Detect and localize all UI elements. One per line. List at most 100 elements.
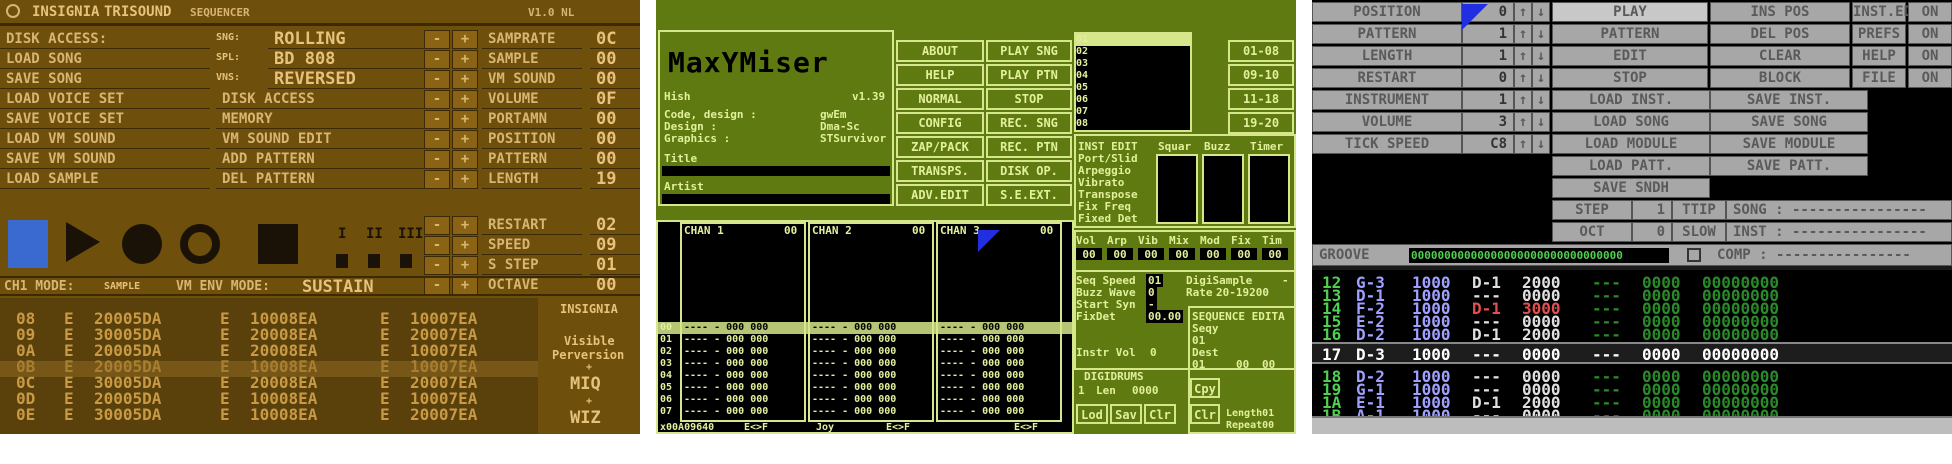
pattern-cell[interactable]: D-2 [1356, 327, 1385, 343]
param-value[interactable]: 00 [1138, 248, 1164, 261]
cursor-arrow-icon[interactable] [1462, 4, 1488, 30]
increment-button[interactable]: + [452, 170, 478, 189]
decrement-button[interactable]: - [424, 30, 450, 49]
toggle-switch[interactable]: ON [1908, 24, 1952, 44]
menu-button[interactable]: REC. PTN [986, 136, 1072, 158]
pattern-cell[interactable]: ---- - 000 000 [940, 394, 1024, 405]
inst-column-cells[interactable] [1202, 154, 1244, 224]
decrement-button[interactable]: - [424, 256, 450, 275]
lock-icon[interactable] [1687, 248, 1701, 262]
pattern-cell[interactable]: E [64, 375, 74, 391]
menu-item[interactable]: LOAD SONG [0, 50, 210, 69]
pattern-cell[interactable]: E [380, 407, 390, 423]
up-arrow-icon[interactable]: ↑ [1514, 90, 1532, 110]
seq-box-2[interactable]: 00 [1262, 358, 1275, 371]
decrement-button[interactable]: - [424, 216, 450, 235]
grid-button[interactable]: HELP [1852, 46, 1906, 66]
param-value[interactable]: 00 [590, 110, 640, 129]
channel-header[interactable]: CHAN 1 [684, 224, 724, 237]
pattern-editor[interactable]: 08 E 20005DA E 10008EA E 10007EA 09 E 30005DA E 200… [0, 298, 538, 434]
down-arrow-icon[interactable]: ↓ [1532, 24, 1550, 44]
decrement-button[interactable]: - [424, 70, 450, 89]
pattern-cell[interactable]: E [64, 391, 74, 407]
current-pattern-cell[interactable]: --- [1592, 347, 1621, 363]
pattern-cell[interactable]: --- [1592, 327, 1621, 343]
increment-button[interactable]: + [452, 70, 478, 89]
pattern-area[interactable]: 12 G-3 1000 D-1 2000 --- 0000 00000000 13 D-1 1000… [1312, 266, 1952, 434]
step-value[interactable]: 1 [1632, 200, 1672, 220]
pattern-cell[interactable]: 10008EA [250, 311, 317, 327]
grid-button[interactable]: BLOCK [1710, 68, 1850, 88]
pattern-cell[interactable]: 20008EA [250, 375, 317, 391]
pattern-cell[interactable]: ---- - 000 000 [684, 334, 768, 345]
current-pattern-cell[interactable]: 0000 [1642, 347, 1681, 363]
increment-button[interactable]: + [452, 130, 478, 149]
toggle-switch[interactable]: ON [1908, 46, 1952, 66]
title-field[interactable] [662, 166, 890, 176]
pattern-cell[interactable]: ---- - 000 000 [684, 322, 768, 333]
toggle-switch[interactable]: ON [1908, 68, 1952, 88]
pattern-cell[interactable]: 20008EA [250, 327, 317, 343]
range-button[interactable]: 09-10 [1228, 64, 1294, 86]
slow-toggle[interactable]: SLOW [1672, 222, 1726, 242]
env-mode-value[interactable]: SUSTAIN [302, 277, 374, 297]
grid-button[interactable]: STOP [1552, 68, 1708, 88]
pattern-cell[interactable]: E [380, 343, 390, 359]
stop-icon[interactable] [258, 224, 298, 264]
power-icon[interactable] [6, 4, 20, 18]
channel-header[interactable]: CHAN 3 [940, 224, 980, 237]
up-arrow-icon[interactable]: ↑ [1514, 112, 1532, 132]
menu-item[interactable]: LOAD VOICE SET [0, 90, 210, 109]
menu-button[interactable]: DISK OP. [986, 160, 1072, 182]
pattern-cell[interactable]: E [380, 391, 390, 407]
param-value[interactable]: 3 [1462, 112, 1514, 132]
oct-value[interactable]: 0 [1632, 222, 1672, 242]
param-value[interactable]: 0 [1462, 68, 1514, 88]
pattern-cell[interactable]: 20008EA [250, 343, 317, 359]
param-value[interactable]: 1 [1462, 46, 1514, 66]
grid-button[interactable]: CLEAR [1710, 46, 1850, 66]
inst-column-cells[interactable] [1156, 154, 1198, 224]
param-value[interactable]: 0C [590, 30, 640, 49]
menu-button[interactable]: PLAY SNG [986, 40, 1072, 62]
pattern-cell[interactable]: E [64, 343, 74, 359]
pattern-cell[interactable]: ---- - 000 000 [940, 382, 1024, 393]
digidrum-button[interactable]: Lod [1076, 404, 1108, 424]
groove-field[interactable]: 00000000000000000000000000000000 [1409, 248, 1669, 263]
mute-2-icon[interactable] [368, 254, 380, 268]
menu-item[interactable]: SAVE SONG [0, 70, 210, 89]
pattern-cell[interactable]: E [380, 311, 390, 327]
inst-field[interactable]: INST : ---------------- [1726, 222, 1952, 242]
param-value[interactable]: 09 [590, 236, 640, 255]
field-value[interactable]: MEMORY [216, 110, 424, 129]
increment-button[interactable]: + [452, 30, 478, 49]
param-value[interactable]: 00 [590, 130, 640, 149]
pattern-cell[interactable]: 10007EA [410, 311, 477, 327]
pattern-cell[interactable]: ---- - 000 000 [940, 370, 1024, 381]
pattern-cell[interactable]: ---- - 000 000 [940, 346, 1024, 357]
pattern-cell[interactable]: ---- - 000 000 [812, 322, 896, 333]
decrement-button[interactable]: - [424, 150, 450, 169]
range-button[interactable]: 01-08 [1228, 40, 1294, 62]
field-value[interactable]: ROLLING [268, 30, 424, 49]
seq-box-1[interactable]: 00 [1236, 358, 1249, 371]
pattern-cell[interactable]: 10008EA [250, 391, 317, 407]
increment-button[interactable]: + [452, 216, 478, 235]
pattern-cell[interactable]: 1000 [1412, 327, 1451, 343]
seq-dest-value[interactable]: 01 [1192, 358, 1205, 371]
seq-repeat[interactable]: Repeat00 [1226, 420, 1274, 431]
pattern-cell[interactable]: ---- - 000 000 [812, 334, 896, 345]
increment-button[interactable]: + [452, 236, 478, 255]
param-value[interactable]: C8 [1462, 134, 1514, 154]
pattern-cell[interactable]: E [64, 311, 74, 327]
down-arrow-icon[interactable]: ↓ [1532, 112, 1550, 132]
pattern-cell[interactable]: E [220, 343, 230, 359]
param-value[interactable]: 00 [1107, 248, 1133, 261]
grid-button[interactable]: EDIT [1552, 46, 1708, 66]
decrement-button[interactable]: - [424, 50, 450, 69]
grid-button[interactable]: FILE [1852, 68, 1906, 88]
menu-button[interactable]: NORMAL [896, 88, 984, 110]
pattern-cell[interactable]: ---- - 000 000 [812, 370, 896, 381]
inst-column-cells[interactable] [1248, 154, 1290, 224]
pattern-cell[interactable]: 20005DA [94, 311, 161, 327]
